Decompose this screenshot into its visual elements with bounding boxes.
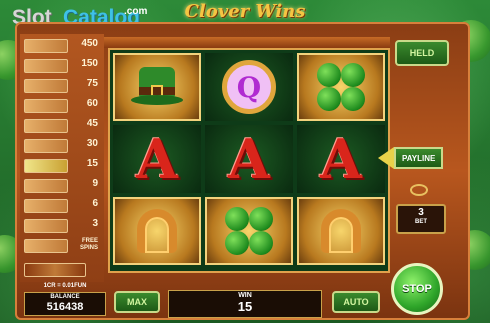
horseshoe-icon — [321, 209, 361, 253]
q-small-icon — [24, 199, 68, 213]
paytable-value: 45 — [86, 118, 98, 129]
reel-area: Q A A A — [104, 37, 390, 273]
bottom-bar: 1CR = 0.01FUN BALANCE 516438 MAX WIN 15 … — [20, 263, 460, 318]
reel-symbol-hat — [113, 53, 201, 121]
credit-rate: 1CR = 0.01FUN — [43, 283, 87, 289]
paytable-value: FREE SPINS — [79, 238, 98, 251]
max-button[interactable]: MAX — [114, 291, 160, 313]
k-small-icon — [24, 179, 68, 193]
knot-icon — [410, 184, 428, 196]
knot-icon — [24, 263, 86, 277]
paytable-value: 3 — [92, 218, 98, 229]
paytable-row: 30 — [22, 138, 102, 153]
j-small-icon — [24, 219, 68, 233]
reel-symbol-horseshoe — [113, 197, 201, 265]
four-leaf-clover-icon — [317, 63, 365, 111]
reel-symbol-horseshoe — [297, 197, 385, 265]
game-title: Clover Wins — [184, 1, 306, 22]
balance-display: BALANCE 516438 — [24, 292, 106, 316]
payline-label: PAYLINE — [394, 147, 444, 169]
payline-indicator[interactable]: PAYLINE — [378, 147, 448, 169]
four-leaf-clover-icon — [225, 207, 273, 255]
q-icon — [24, 139, 68, 153]
paytable-value: 9 — [92, 178, 98, 189]
paytable-row: 75 — [22, 78, 102, 93]
paytable-value: 450 — [81, 38, 98, 49]
reel-symbol-a: A — [205, 125, 293, 193]
paytable-row: 450 — [22, 38, 102, 53]
paytable-value: 150 — [81, 58, 98, 69]
paytable-row: 60 — [22, 98, 102, 113]
paytable-row: 3 — [22, 218, 102, 233]
horseshoe-icon — [24, 79, 68, 93]
bet-value: 3 — [418, 207, 424, 218]
leprechaun-hat-icon — [131, 63, 183, 111]
paytable-value: 30 — [86, 138, 98, 149]
hat-icon — [24, 39, 68, 53]
reel-symbol-clover — [297, 53, 385, 121]
a-symbol-icon: A — [136, 127, 178, 191]
a-icon — [24, 159, 68, 173]
paytable-value: 6 — [92, 198, 98, 209]
balance-label: BALANCE — [50, 294, 80, 300]
reel-symbol-q: Q — [205, 53, 293, 121]
paytable-row: 15 — [22, 158, 102, 173]
reel-symbol-clover — [205, 197, 293, 265]
auto-button[interactable]: AUTO — [332, 291, 380, 313]
bet-display[interactable]: 3 BET — [396, 204, 446, 234]
paytable: 450 150 75 60 45 30 15 9 6 3 FREE SPINS — [20, 34, 104, 282]
win-value: 15 — [237, 299, 253, 314]
reel-symbol-a: A — [113, 125, 201, 193]
balance-value: 516438 — [46, 301, 84, 313]
clover-icon — [24, 99, 68, 113]
a-symbol-icon: A — [320, 127, 362, 191]
paytable-row: 150 — [22, 58, 102, 73]
k-icon — [24, 119, 68, 133]
paytable-value: 60 — [86, 98, 98, 109]
right-panel: HELD PAYLINE 3 BET — [378, 34, 460, 274]
horseshoe-icon — [137, 209, 177, 253]
paytable-row: 9 — [22, 178, 102, 193]
paytable-row: 6 — [22, 198, 102, 213]
coin-icon — [24, 59, 68, 73]
reel-symbol-a: A — [297, 125, 385, 193]
paytable-row: 45 — [22, 118, 102, 133]
paytable-value: 15 — [86, 158, 98, 169]
q-symbol-icon: Q — [222, 60, 276, 114]
paytable-row: FREE SPINS — [22, 238, 102, 253]
stop-button[interactable]: STOP — [391, 263, 443, 315]
held-button[interactable]: HELD — [395, 40, 449, 66]
logo-text-com: .com — [124, 6, 148, 17]
arrow-left-icon — [378, 147, 394, 169]
scatter-icon — [24, 239, 68, 253]
win-display: WIN 15 — [168, 290, 322, 318]
paytable-ornament — [22, 262, 102, 277]
bet-label: BET — [415, 219, 427, 225]
paytable-value: 75 — [86, 78, 98, 89]
a-symbol-icon: A — [228, 127, 270, 191]
